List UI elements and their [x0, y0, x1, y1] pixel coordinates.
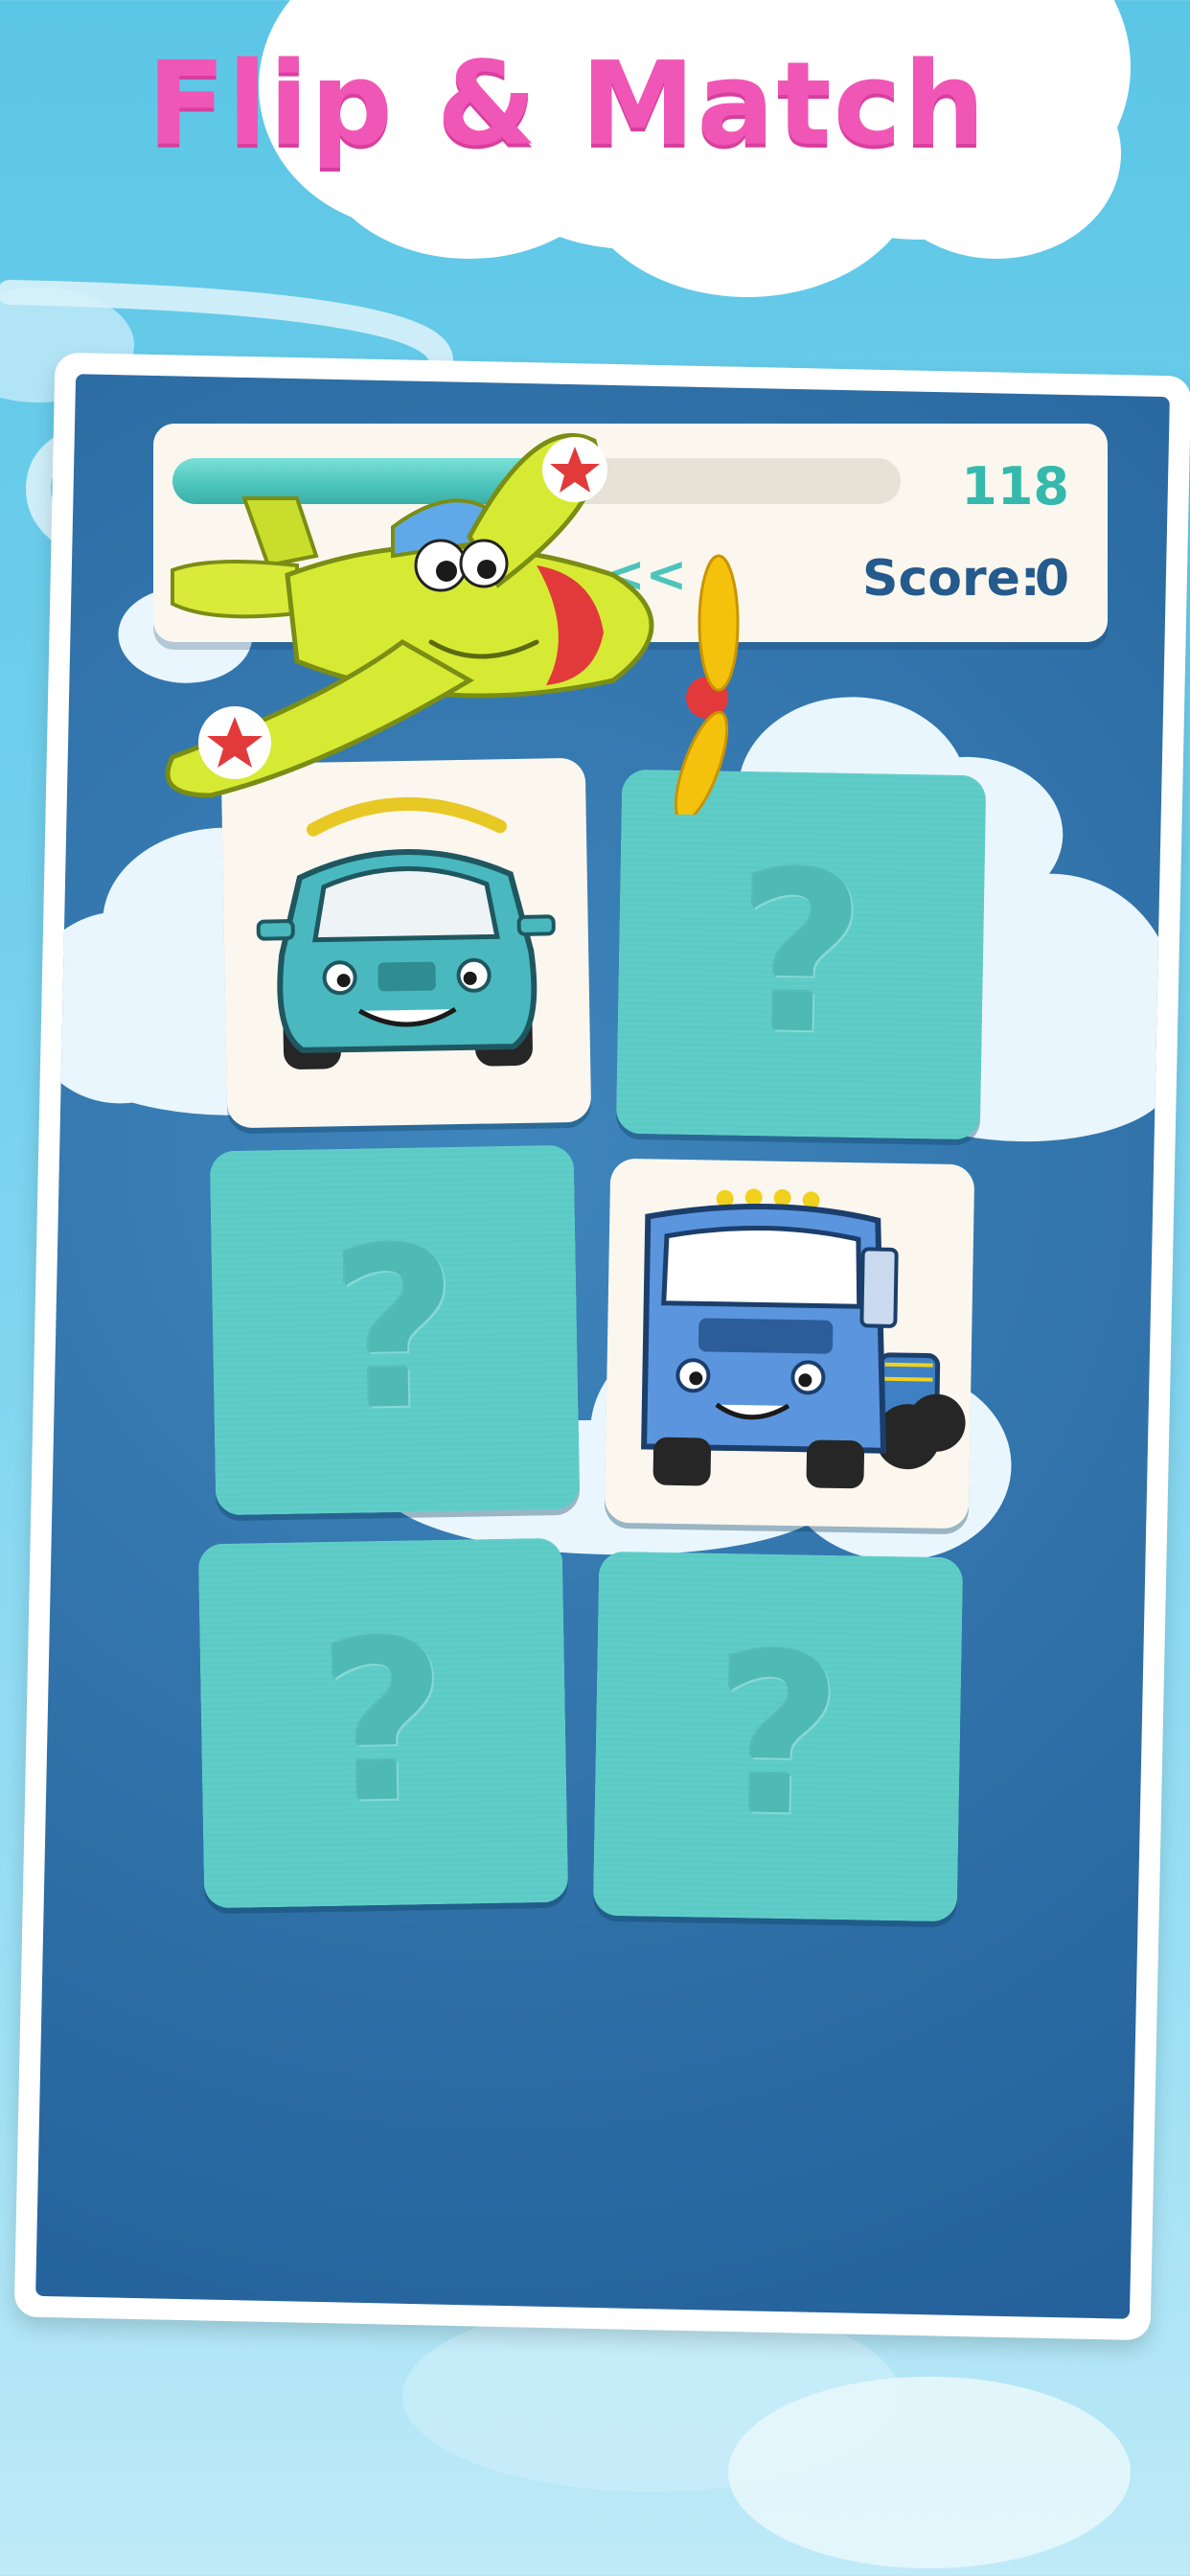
question-mark-icon: ? [328, 1201, 462, 1460]
question-mark-icon: ? [734, 825, 868, 1084]
memory-card[interactable]: ? [197, 1537, 569, 1909]
memory-card[interactable]: ? [615, 769, 987, 1140]
memory-card[interactable]: ? [592, 1551, 964, 1922]
memory-card[interactable]: ? [209, 1144, 581, 1516]
game-title: Flip & Match [147, 38, 988, 172]
airplane-mascot-icon [165, 432, 740, 815]
score-label: Score: [862, 550, 1041, 608]
background-cloud [728, 2377, 1131, 2568]
question-mark-icon: ? [711, 1607, 845, 1866]
memory-card[interactable] [604, 1158, 975, 1530]
question-mark-icon: ? [316, 1594, 450, 1852]
score-value: 0 [1034, 550, 1069, 608]
timer-value: 118 [961, 456, 1069, 517]
truck-icon [641, 1188, 966, 1489]
